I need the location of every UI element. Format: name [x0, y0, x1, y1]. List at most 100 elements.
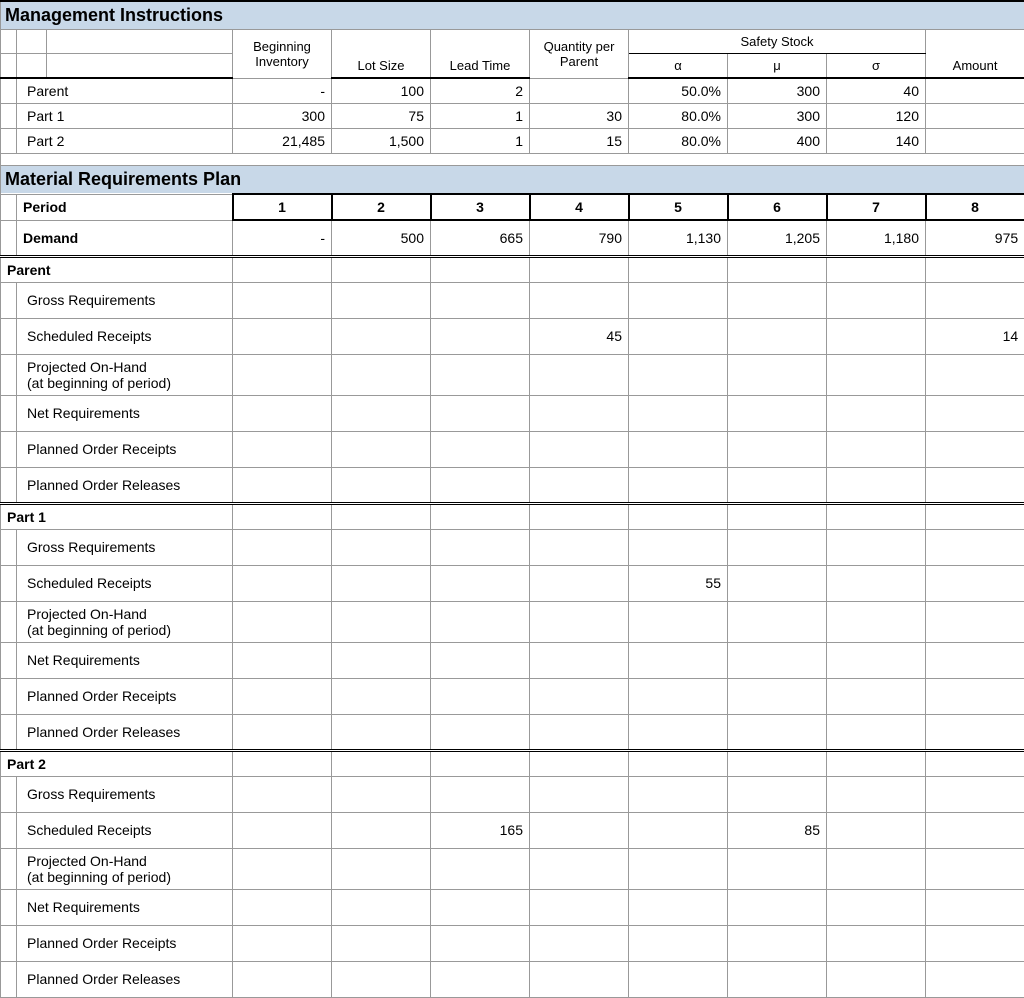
data-cell[interactable]: [530, 750, 629, 776]
data-cell[interactable]: [332, 431, 431, 467]
data-cell[interactable]: [629, 750, 728, 776]
data-cell[interactable]: [530, 642, 629, 678]
data-cell[interactable]: [728, 529, 827, 565]
data-cell[interactable]: [926, 565, 1024, 601]
data-cell[interactable]: [728, 282, 827, 318]
period-cell[interactable]: 7: [827, 194, 926, 220]
data-cell[interactable]: [233, 678, 332, 714]
demand-cell[interactable]: 1,205: [728, 220, 827, 256]
data-cell[interactable]: [233, 431, 332, 467]
period-cell[interactable]: 3: [431, 194, 530, 220]
cell-amount[interactable]: [926, 78, 1024, 104]
data-cell[interactable]: [926, 282, 1024, 318]
data-cell[interactable]: [332, 318, 431, 354]
data-cell[interactable]: [629, 282, 728, 318]
cell-amount[interactable]: [926, 129, 1024, 154]
data-cell[interactable]: [233, 848, 332, 889]
data-cell[interactable]: [332, 961, 431, 997]
data-cell[interactable]: [530, 714, 629, 750]
cell-qty-parent[interactable]: 30: [530, 104, 629, 129]
data-cell[interactable]: [827, 256, 926, 282]
data-cell[interactable]: [728, 961, 827, 997]
data-cell[interactable]: [827, 848, 926, 889]
data-cell[interactable]: [233, 565, 332, 601]
data-cell[interactable]: [827, 529, 926, 565]
data-cell[interactable]: [926, 503, 1024, 529]
data-cell[interactable]: [332, 776, 431, 812]
data-cell[interactable]: [431, 678, 530, 714]
demand-cell[interactable]: 500: [332, 220, 431, 256]
data-cell[interactable]: [926, 642, 1024, 678]
cell-lead-time[interactable]: 1: [431, 129, 530, 154]
data-cell[interactable]: [827, 431, 926, 467]
data-cell[interactable]: [629, 467, 728, 503]
cell-begin-inv[interactable]: 300: [233, 104, 332, 129]
data-cell[interactable]: [431, 925, 530, 961]
data-cell[interactable]: [827, 503, 926, 529]
data-cell[interactable]: [332, 467, 431, 503]
data-cell[interactable]: [827, 565, 926, 601]
data-cell[interactable]: [728, 431, 827, 467]
data-cell[interactable]: [431, 714, 530, 750]
data-cell[interactable]: [530, 961, 629, 997]
data-cell[interactable]: [926, 395, 1024, 431]
data-cell[interactable]: 165: [431, 812, 530, 848]
data-cell[interactable]: [728, 642, 827, 678]
cell-qty-parent[interactable]: [530, 78, 629, 104]
data-cell[interactable]: [926, 925, 1024, 961]
demand-cell[interactable]: 665: [431, 220, 530, 256]
data-cell[interactable]: [926, 529, 1024, 565]
data-cell[interactable]: [827, 714, 926, 750]
data-cell[interactable]: [431, 601, 530, 642]
data-cell[interactable]: [530, 354, 629, 395]
data-cell[interactable]: [431, 961, 530, 997]
data-cell[interactable]: [233, 467, 332, 503]
data-cell[interactable]: [629, 503, 728, 529]
data-cell[interactable]: [728, 601, 827, 642]
data-cell[interactable]: [728, 256, 827, 282]
cell-begin-inv[interactable]: -: [233, 78, 332, 104]
data-cell[interactable]: [233, 714, 332, 750]
period-cell[interactable]: 1: [233, 194, 332, 220]
data-cell[interactable]: [233, 601, 332, 642]
data-cell[interactable]: [827, 467, 926, 503]
data-cell[interactable]: [926, 812, 1024, 848]
data-cell[interactable]: [530, 282, 629, 318]
data-cell[interactable]: [827, 318, 926, 354]
data-cell[interactable]: [629, 601, 728, 642]
data-cell[interactable]: [332, 750, 431, 776]
data-cell[interactable]: [728, 467, 827, 503]
data-cell[interactable]: [629, 529, 728, 565]
data-cell[interactable]: [728, 714, 827, 750]
demand-cell[interactable]: 790: [530, 220, 629, 256]
data-cell[interactable]: [728, 354, 827, 395]
data-cell[interactable]: [431, 503, 530, 529]
data-cell[interactable]: [827, 642, 926, 678]
data-cell[interactable]: [332, 395, 431, 431]
data-cell[interactable]: [728, 503, 827, 529]
data-cell[interactable]: [530, 925, 629, 961]
data-cell[interactable]: [728, 848, 827, 889]
data-cell[interactable]: [431, 354, 530, 395]
cell-sigma[interactable]: 40: [827, 78, 926, 104]
data-cell[interactable]: [629, 642, 728, 678]
data-cell[interactable]: [530, 256, 629, 282]
data-cell[interactable]: [629, 961, 728, 997]
data-cell[interactable]: [728, 750, 827, 776]
data-cell[interactable]: [332, 714, 431, 750]
data-cell[interactable]: [728, 318, 827, 354]
data-cell[interactable]: [332, 282, 431, 318]
data-cell[interactable]: [629, 431, 728, 467]
data-cell[interactable]: [233, 925, 332, 961]
data-cell[interactable]: [530, 678, 629, 714]
period-cell[interactable]: 5: [629, 194, 728, 220]
data-cell[interactable]: [332, 565, 431, 601]
data-cell[interactable]: [728, 776, 827, 812]
data-cell[interactable]: [926, 678, 1024, 714]
data-cell[interactable]: [629, 714, 728, 750]
data-cell[interactable]: [431, 889, 530, 925]
period-cell[interactable]: 6: [728, 194, 827, 220]
data-cell[interactable]: [629, 925, 728, 961]
data-cell[interactable]: [332, 256, 431, 282]
period-cell[interactable]: 4: [530, 194, 629, 220]
